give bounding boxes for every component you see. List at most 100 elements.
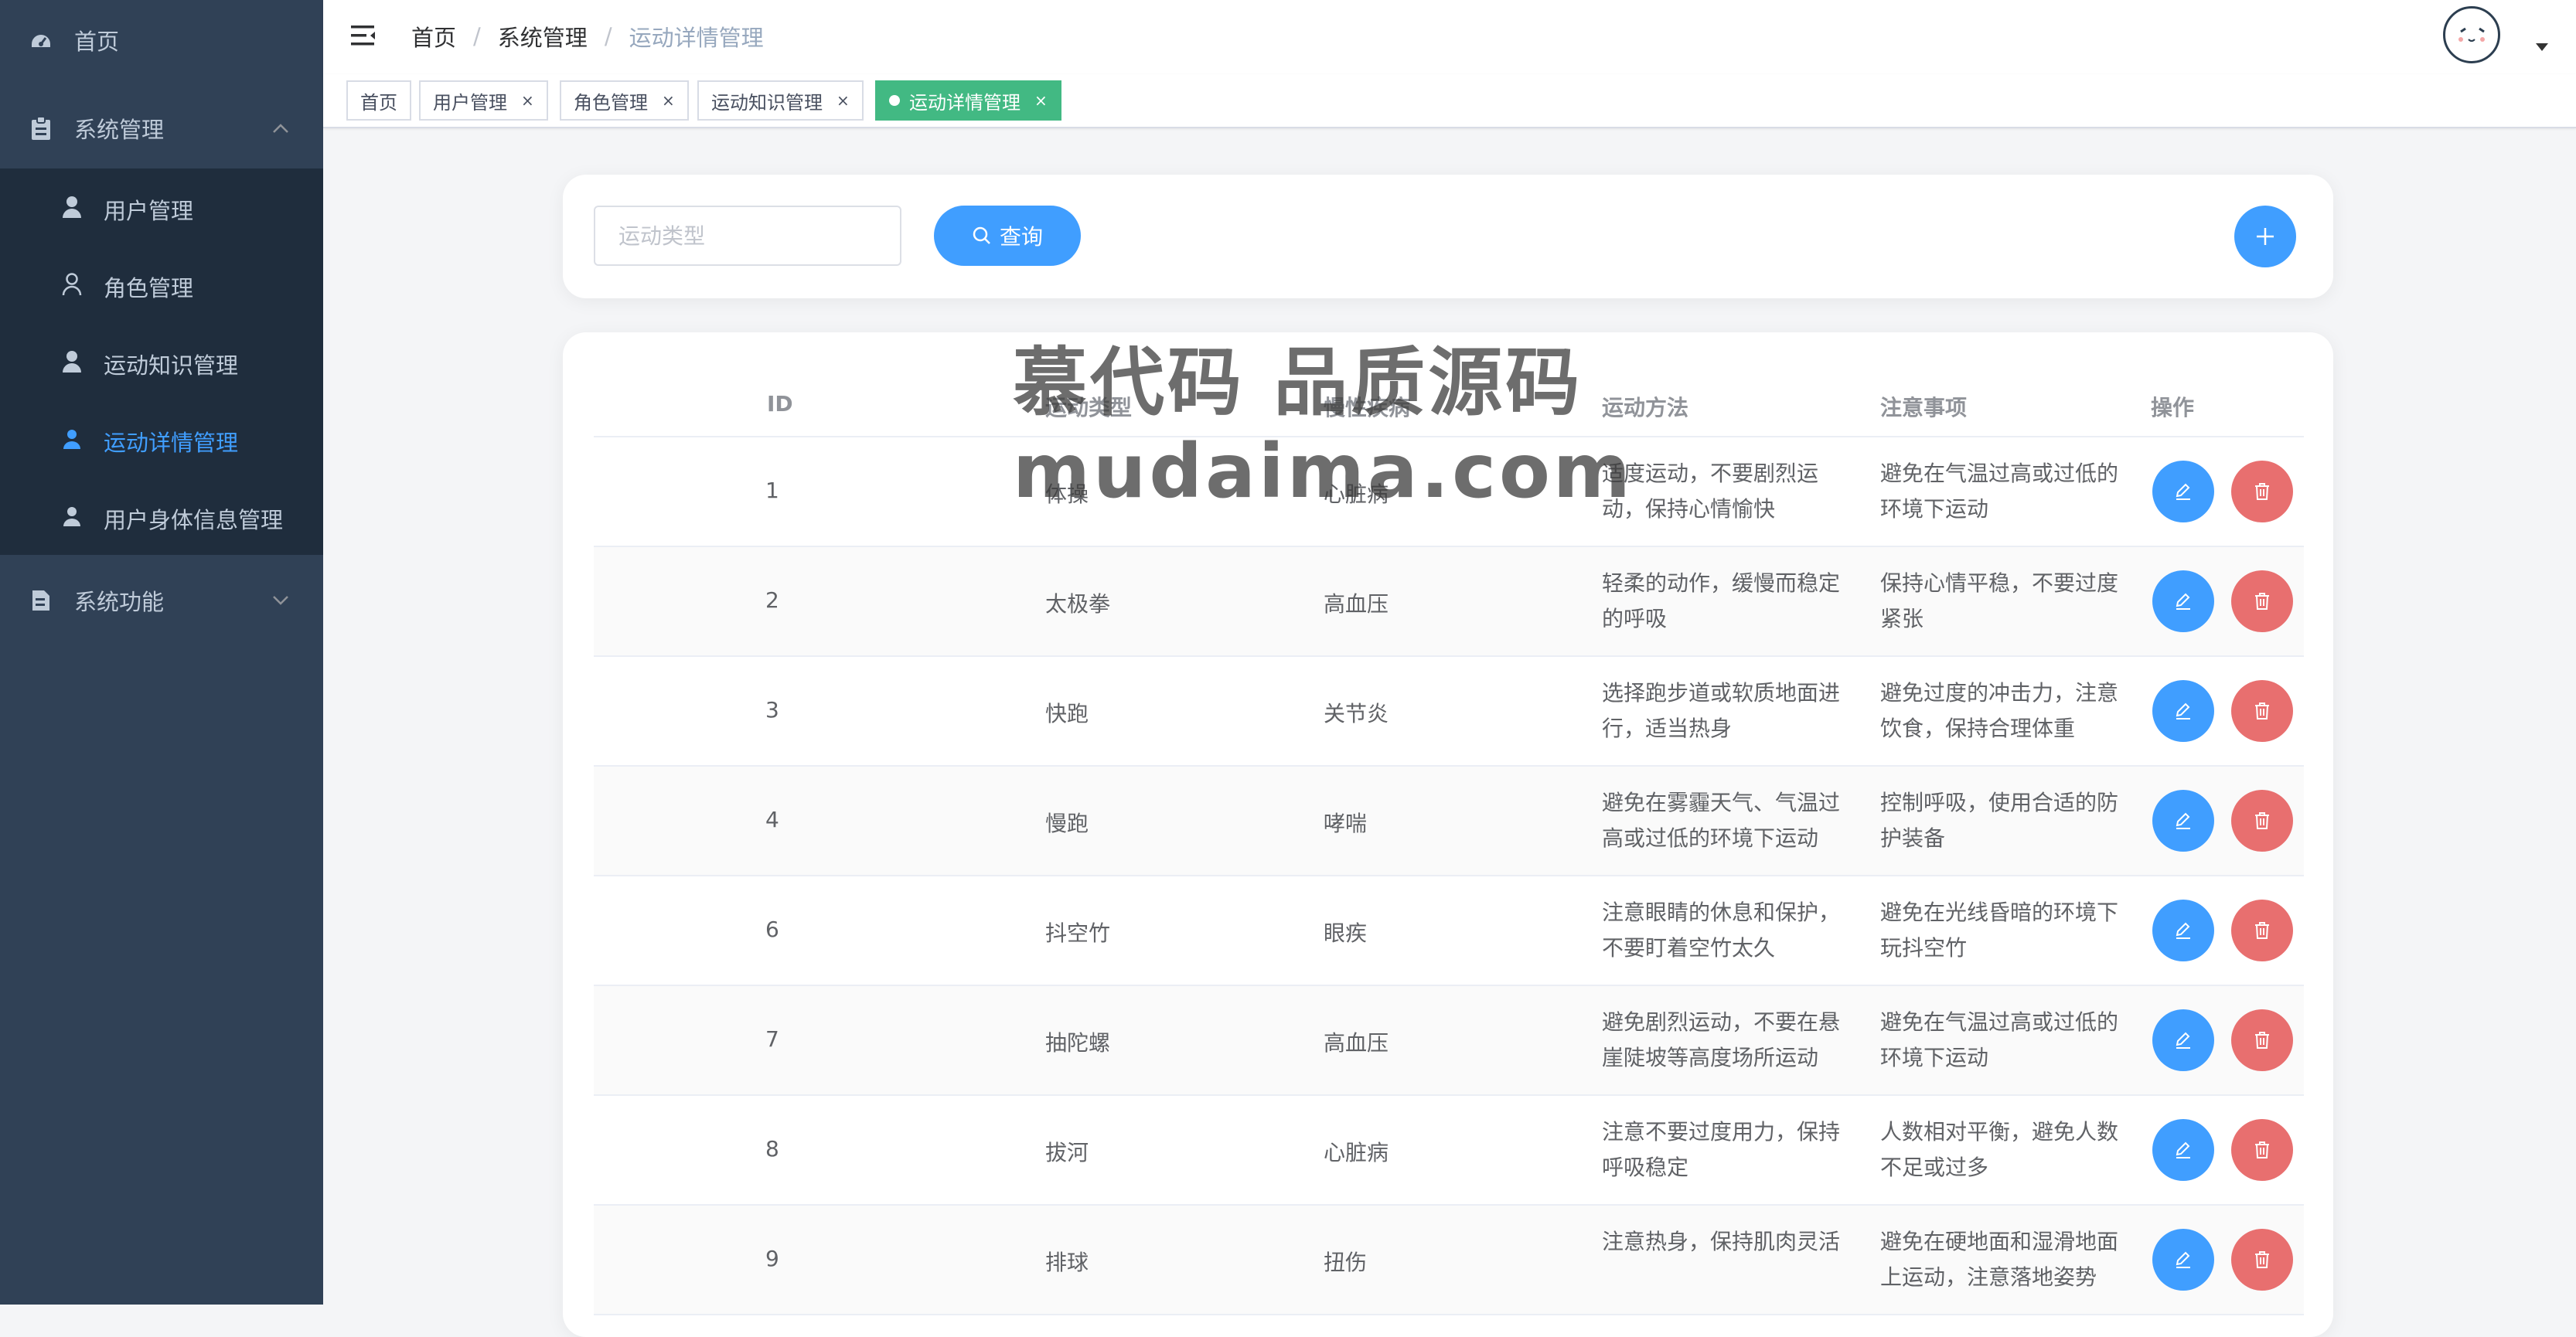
breadcrumb-system-management[interactable]: 系统管理 (498, 20, 588, 53)
delete-button[interactable] (2231, 1229, 2293, 1291)
cell-type: 慢跑 (1045, 811, 1089, 836)
user-solid-icon (59, 503, 85, 529)
column-header-type: 运动类型 (1045, 395, 1133, 420)
close-icon[interactable]: × (521, 91, 534, 110)
cell-type: 拔河 (1045, 1140, 1089, 1165)
menu-home[interactable]: 首页 (0, 25, 323, 56)
cell-type: 太极拳 (1045, 591, 1111, 617)
caret-down-icon[interactable] (2536, 43, 2548, 51)
sidebar-item-exercise-detail[interactable]: 运动详情管理 (0, 400, 323, 478)
delete-button[interactable] (2231, 680, 2293, 742)
sidebar-item-user-management[interactable]: 用户管理 (0, 168, 323, 246)
delete-button[interactable] (2231, 461, 2293, 522)
tag-user-management[interactable]: 用户管理 × (419, 80, 548, 121)
menu-system-management[interactable]: 系统管理 (0, 113, 323, 144)
breadcrumb-home[interactable]: 首页 (411, 20, 456, 53)
sidebar-item-label: 用户身体信息管理 (104, 507, 284, 533)
tag-exercise-knowledge[interactable]: 运动知识管理 × (697, 80, 864, 121)
table-header: ID 运动类型 慢性疾病 运动方法 注意事项 操作 (594, 371, 2304, 437)
cell-method: 选择跑步道或软质地面进行，适当热身 (1602, 680, 1841, 741)
edit-icon (2176, 1141, 2190, 1158)
cell-type: 抖空竹 (1045, 920, 1111, 946)
exercise-type-input[interactable] (594, 206, 901, 266)
close-icon[interactable]: × (1034, 91, 1048, 110)
submenu-system-management: 用户管理 角色管理 运动知识管理 运动详情管理 用户身体信息管理 (0, 168, 323, 555)
cell-id: 4 (765, 807, 779, 832)
menu-system-functions[interactable]: 系统功能 (0, 585, 323, 616)
query-button[interactable]: 查询 (934, 206, 1081, 266)
edit-button[interactable] (2152, 461, 2214, 522)
trash-icon (2255, 703, 2269, 720)
chevron-up-icon (269, 117, 292, 140)
cell-method: 避免在雾霾天气、气温过高或过低的环境下运动 (1602, 790, 1841, 851)
avatar[interactable] (2443, 6, 2500, 63)
menu-home-label: 首页 (74, 29, 120, 55)
edit-button[interactable] (2152, 790, 2214, 852)
edit-icon (2176, 812, 2190, 829)
edit-icon (2176, 703, 2190, 720)
trash-icon (2255, 1251, 2269, 1268)
table-row: 3 快跑 关节炎 选择跑步道或软质地面进行，适当热身 避免过度的冲击力，注意饮食，保持合… (594, 657, 2304, 767)
table-card: ID 运动类型 慢性疾病 运动方法 注意事项 操作 1 体操 心脏病 适度运动，不要剧… (563, 332, 2333, 1337)
sidebar-item-role-management[interactable]: 角色管理 (0, 246, 323, 323)
column-header-method: 运动方法 (1602, 395, 1689, 420)
edit-button[interactable] (2152, 570, 2214, 632)
cell-notes: 保持心情平稳，不要过度紧张 (1880, 570, 2119, 631)
close-icon[interactable]: × (662, 91, 675, 110)
cell-type: 快跑 (1045, 701, 1089, 726)
delete-button[interactable] (2231, 1009, 2293, 1071)
cell-disease: 心脏病 (1324, 481, 1389, 507)
cell-notes: 避免在硬地面和湿滑地面上运动，注意落地姿势 (1880, 1229, 2119, 1290)
table-row: 9 排球 扭伤 注意热身，保持肌肉灵活 避免在硬地面和湿滑地面上运动，注意落地姿势 (594, 1206, 2304, 1315)
add-button[interactable] (2234, 206, 2296, 267)
breadcrumb-separator: / (473, 23, 481, 49)
delete-button[interactable] (2231, 1119, 2293, 1181)
plus-icon (2257, 228, 2274, 245)
sidebar-item-body-info[interactable]: 用户身体信息管理 (0, 478, 323, 555)
table-row: 4 慢跑 哮喘 避免在雾霾天气、气温过高或过低的环境下运动 控制呼吸，使用合适的防护装备 (594, 767, 2304, 876)
menu-system-management-label: 系统管理 (74, 117, 165, 143)
sidebar-item-label: 运动详情管理 (104, 430, 239, 456)
sidebar-item-label: 运动知识管理 (104, 352, 239, 379)
edit-icon (2176, 1251, 2190, 1268)
edit-button[interactable] (2152, 1229, 2214, 1291)
trash-icon (2255, 1141, 2269, 1158)
tags-view: 首页 用户管理 × 角色管理 × 运动知识管理 × 运动详情管理 × (323, 74, 2576, 128)
column-header-notes: 注意事项 (1880, 395, 1968, 420)
cell-disease: 眼疾 (1324, 920, 1368, 946)
edit-button[interactable] (2152, 900, 2214, 961)
sidebar-item-exercise-knowledge[interactable]: 运动知识管理 (0, 323, 323, 400)
edit-icon (2176, 593, 2190, 610)
search-card: 查询 (563, 175, 2333, 298)
edit-button[interactable] (2152, 680, 2214, 742)
edit-button[interactable] (2152, 1119, 2214, 1181)
tag-role-management[interactable]: 角色管理 × (560, 80, 689, 121)
cell-id: 9 (765, 1246, 779, 1271)
query-button-label: 查询 (999, 224, 1043, 250)
cell-type: 体操 (1045, 481, 1089, 507)
cell-disease: 高血压 (1324, 591, 1389, 617)
breadcrumb-separator: / (604, 23, 612, 49)
edit-icon (2176, 922, 2190, 939)
cell-disease: 扭伤 (1324, 1250, 1368, 1275)
table-row: 7 抽陀螺 高血压 避免剧烈运动，不要在悬崖陡坡等高度场所运动 避免在气温过高或过低的环… (594, 986, 2304, 1096)
delete-button[interactable] (2231, 790, 2293, 852)
cell-notes: 避免在气温过高或过低的环境下运动 (1880, 461, 2119, 522)
trash-icon (2255, 922, 2269, 939)
tag-home[interactable]: 首页 (346, 80, 411, 121)
tag-label: 运动知识管理 (711, 91, 823, 114)
delete-button[interactable] (2231, 900, 2293, 961)
cell-disease: 高血压 (1324, 1030, 1389, 1056)
tag-exercise-detail[interactable]: 运动详情管理 × (875, 80, 1061, 121)
close-icon[interactable]: × (837, 91, 850, 110)
tag-label: 首页 (360, 91, 397, 114)
cell-method: 适度运动，不要剧烈运动，保持心情愉快 (1602, 461, 1819, 522)
cell-type: 抽陀螺 (1045, 1030, 1111, 1056)
edit-button[interactable] (2152, 1009, 2214, 1071)
menu-system-functions-label: 系统功能 (74, 589, 165, 615)
trash-icon (2255, 1032, 2269, 1049)
hamburger-icon[interactable] (349, 22, 377, 49)
cell-method: 轻柔的动作，缓慢而稳定的呼吸 (1602, 570, 1841, 631)
cell-method: 注意热身，保持肌肉灵活 (1602, 1229, 1841, 1254)
delete-button[interactable] (2231, 570, 2293, 632)
